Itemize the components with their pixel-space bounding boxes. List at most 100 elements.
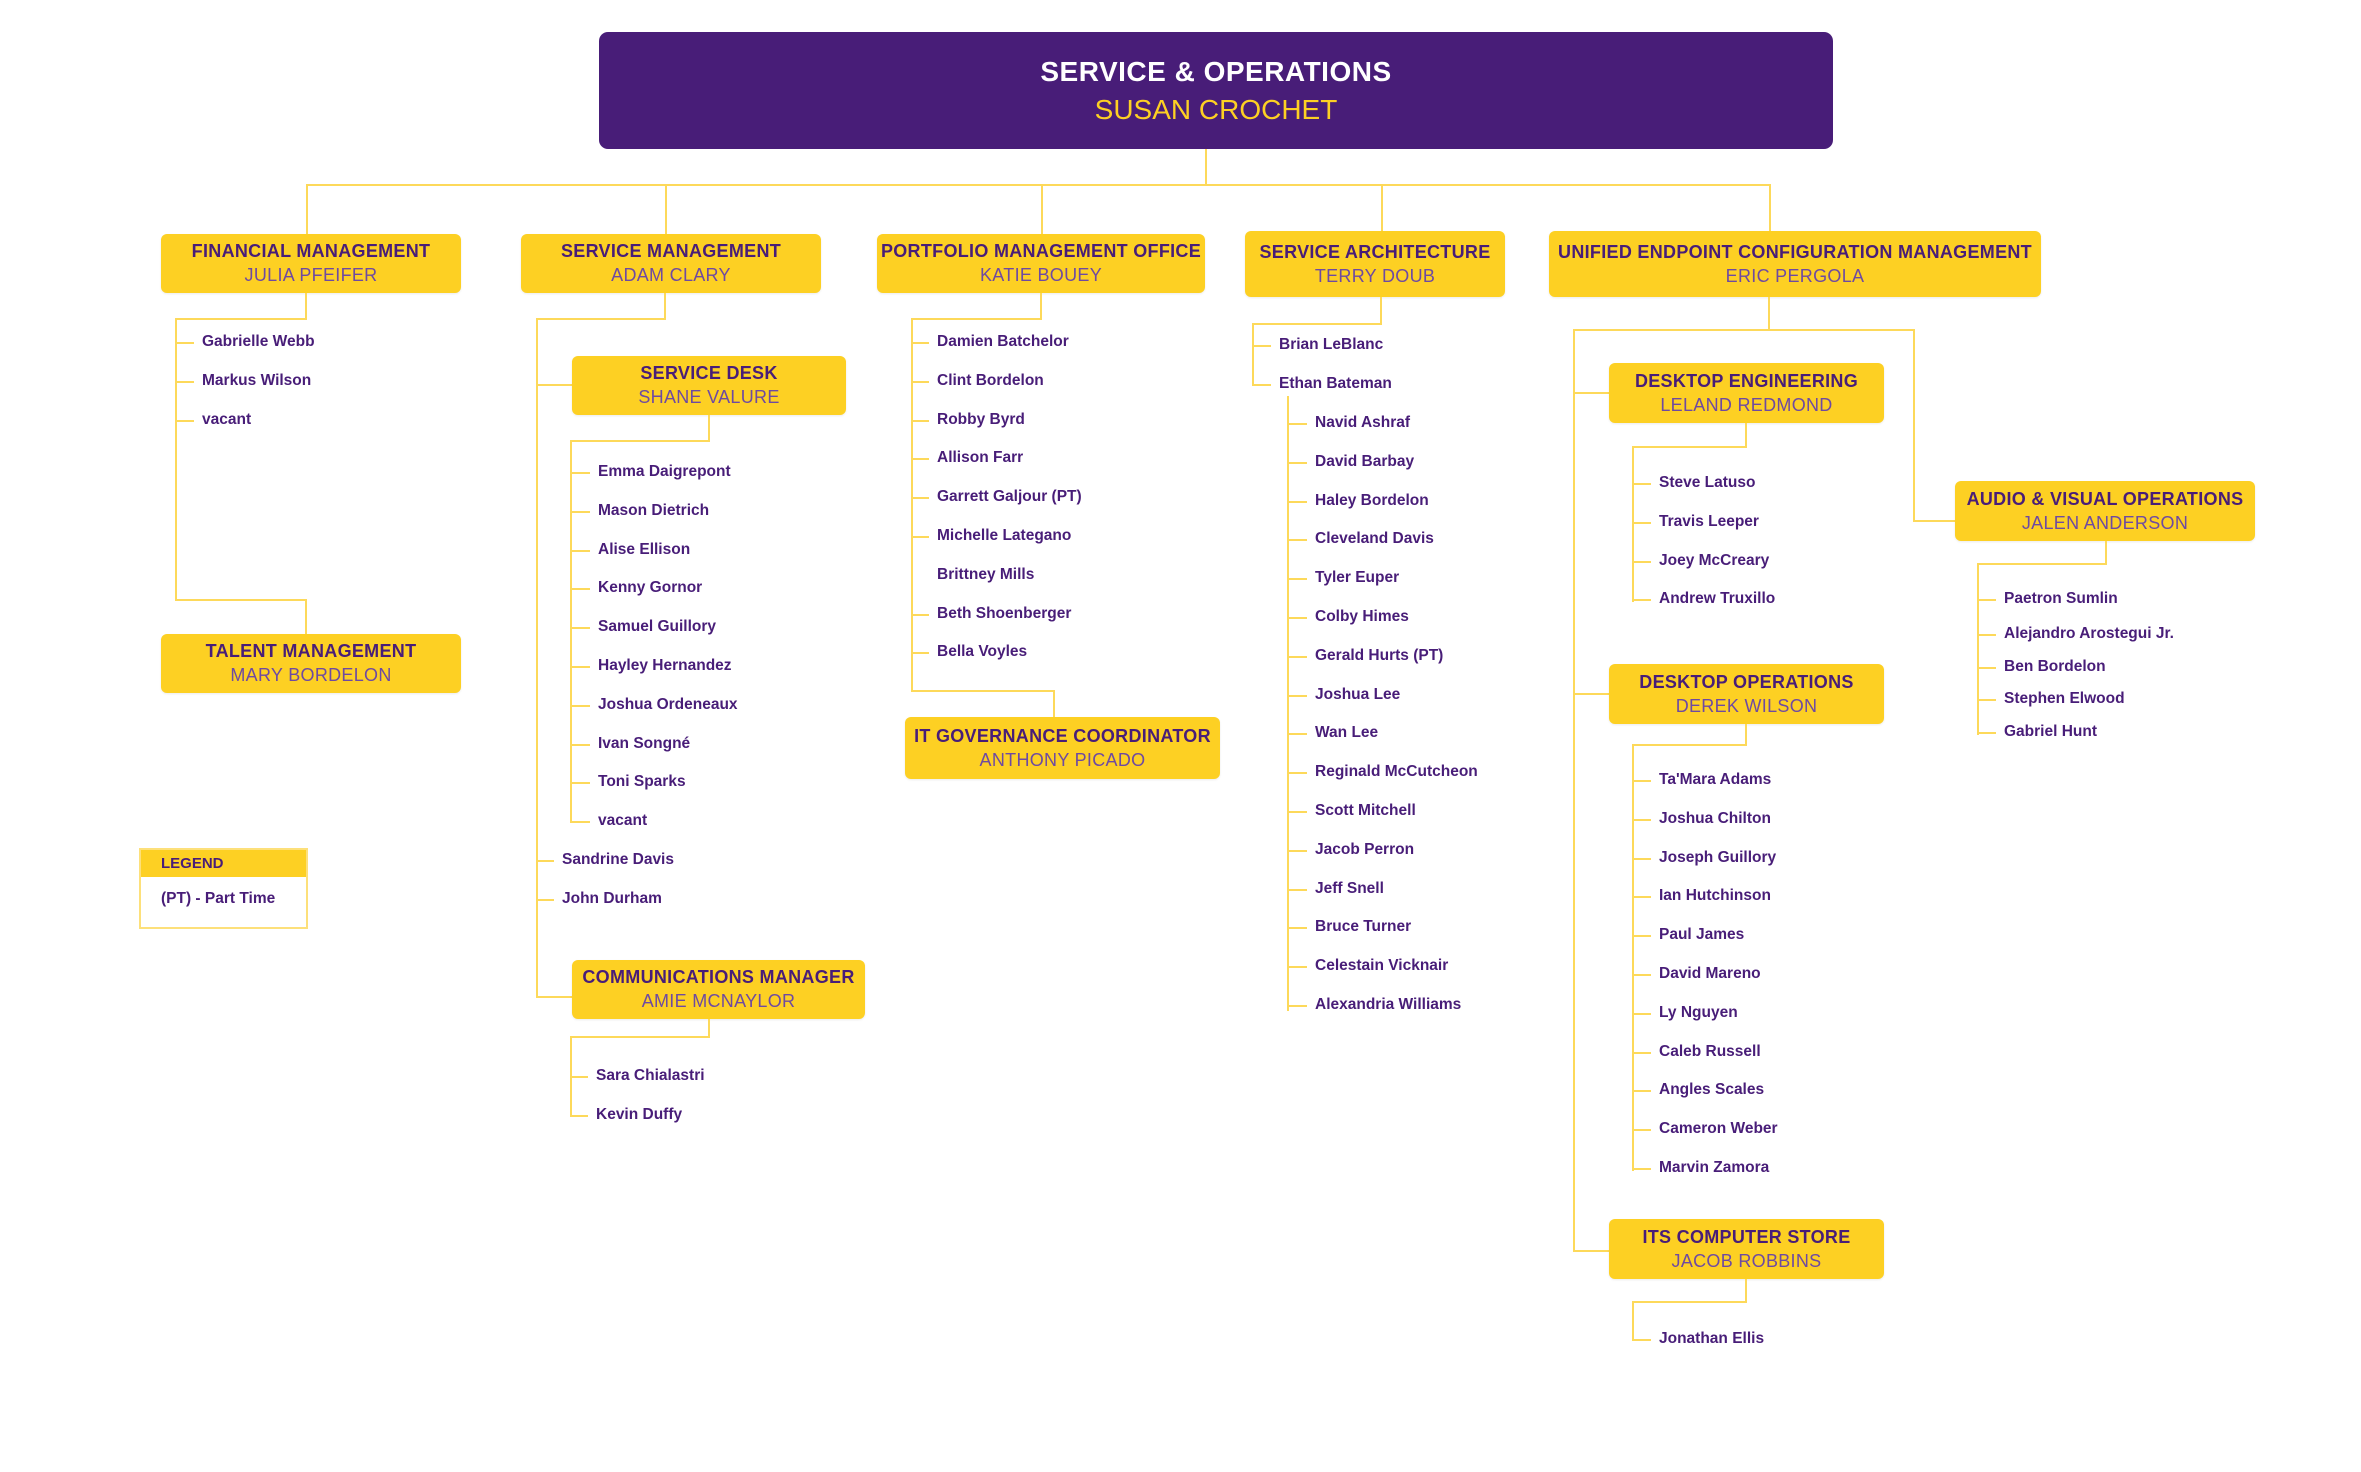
unit-leader: DEREK WILSON — [1675, 695, 1818, 716]
staff-member: Gerald Hurts (PT) — [1315, 647, 1444, 664]
unit-title: ITS COMPUTER STORE — [1642, 1226, 1851, 1247]
staff-member: Allison Farr — [937, 449, 1024, 466]
unit-leader: AMIE MCNAYLOR — [641, 991, 796, 1011]
unit-title: DESKTOP OPERATIONS — [1639, 671, 1854, 692]
connector — [1573, 329, 1915, 331]
connector — [911, 652, 929, 654]
connector — [570, 782, 590, 784]
staff-member: Bella Voyles — [937, 643, 1028, 660]
unit-leader: KATIE BOUEY — [980, 265, 1102, 285]
staff-member: Colby Himes — [1315, 608, 1409, 625]
connector — [570, 627, 590, 629]
connector — [665, 184, 667, 234]
connector — [570, 705, 590, 707]
staff-member: Sara Chialastri — [596, 1067, 705, 1084]
connector — [1745, 423, 1747, 447]
connector — [175, 381, 194, 383]
staff-member: Jacob Perron — [1315, 841, 1415, 858]
unit-leader: LELAND REDMOND — [1660, 394, 1833, 415]
staff-member: Alexandria Williams — [1315, 996, 1462, 1013]
staff-member: Cleveland Davis — [1315, 530, 1434, 547]
unit-box-desktop-engineering: DESKTOP ENGINEERING LELAND REDMOND — [1609, 363, 1884, 423]
connector — [1380, 297, 1382, 324]
connector — [1632, 1013, 1651, 1015]
connector — [536, 318, 666, 320]
connector — [570, 1115, 588, 1117]
staff-member: vacant — [202, 411, 252, 428]
staff-member: Clint Bordelon — [937, 372, 1044, 389]
connector — [911, 536, 929, 538]
staff-member: Beth Shoenberger — [937, 605, 1072, 622]
staff-member: Scott Mitchell — [1315, 802, 1416, 819]
unit-leader: ERIC PERGOLA — [1725, 265, 1865, 286]
staff-member: Robby Byrd — [937, 411, 1025, 428]
connector — [708, 415, 710, 441]
staff-member: Samuel Guillory — [598, 618, 717, 635]
connector — [306, 184, 1771, 186]
connector — [570, 440, 710, 442]
unit-box-it-governance-coordinator: IT GOVERNANCE COORDINATOR ANTHONY PICADO — [905, 717, 1220, 779]
connector — [1913, 329, 1915, 521]
staff-member: John Durham — [562, 890, 662, 907]
connector — [570, 550, 590, 552]
connector — [1252, 384, 1271, 386]
staff-member: Kenny Gornor — [598, 579, 703, 596]
unit-leader: ANTHONY PICADO — [979, 749, 1146, 770]
unit-box-service-management: SERVICE MANAGEMENT ADAM CLARY — [521, 234, 821, 293]
staff-member: David Mareno — [1659, 965, 1761, 982]
unit-box-desktop-operations: DESKTOP OPERATIONS DEREK WILSON — [1609, 664, 1884, 724]
staff-member: Jonathan Ellis — [1659, 1330, 1765, 1347]
staff-member: Joshua Chilton — [1659, 810, 1771, 827]
connector — [570, 744, 590, 746]
connector — [1632, 819, 1651, 821]
connector — [1287, 656, 1307, 658]
connector — [1205, 149, 1207, 185]
connector — [1287, 462, 1307, 464]
connector — [1040, 293, 1042, 319]
connector — [911, 318, 1042, 320]
connector — [1287, 617, 1307, 619]
staff-member: Navid Ashraf — [1315, 414, 1411, 431]
connector — [1632, 744, 1634, 1171]
connector — [2105, 541, 2107, 564]
staff-member: Tyler Euper — [1315, 569, 1400, 586]
connector — [1287, 695, 1307, 697]
staff-member: Paetron Sumlin — [2004, 590, 2118, 607]
staff-member: Celestain Vicknair — [1315, 957, 1449, 974]
staff-member: Joseph Guillory — [1659, 849, 1777, 866]
connector — [1632, 744, 1747, 746]
unit-leader: JALEN ANDERSON — [2021, 512, 2189, 533]
unit-box-service-desk: SERVICE DESK SHANE VALURE — [572, 356, 846, 415]
staff-member: Andrew Truxillo — [1659, 590, 1776, 607]
staff-member: Ly Nguyen — [1659, 1004, 1738, 1021]
staff-member: Emma Daigrepont — [598, 463, 731, 480]
connector — [1287, 501, 1307, 503]
connector — [1573, 693, 1610, 695]
staff-member: Gabriel Hunt — [2004, 723, 2098, 740]
connector — [911, 614, 929, 616]
unit-title: FINANCIAL MANAGEMENT — [191, 241, 431, 261]
connector — [1632, 1090, 1651, 1092]
connector — [1632, 858, 1651, 860]
connector — [1573, 1250, 1610, 1252]
staff-member: Joshua Lee — [1315, 686, 1401, 703]
connector — [1252, 323, 1254, 385]
connector — [708, 1019, 710, 1037]
connector — [1632, 1129, 1651, 1131]
staff-member: Michelle Lategano — [937, 527, 1072, 544]
unit-title: TALENT MANAGEMENT — [205, 641, 417, 661]
staff-member: Gabrielle Webb — [202, 333, 315, 350]
connector — [1252, 345, 1271, 347]
connector — [1632, 935, 1651, 937]
unit-leader: JACOB ROBBINS — [1671, 1250, 1822, 1271]
connector — [570, 511, 590, 513]
connector — [911, 458, 929, 460]
connector — [175, 318, 307, 320]
unit-box-portfolio-management-office: PORTFOLIO MANAGEMENT OFFICE KATIE BOUEY — [877, 234, 1205, 293]
connector — [911, 690, 1055, 692]
staff-member: Mason Dietrich — [598, 502, 710, 519]
legend-item: (PT) - Part Time — [161, 890, 276, 907]
connector — [536, 899, 554, 901]
connector — [1632, 1301, 1634, 1340]
connector — [570, 1076, 588, 1078]
